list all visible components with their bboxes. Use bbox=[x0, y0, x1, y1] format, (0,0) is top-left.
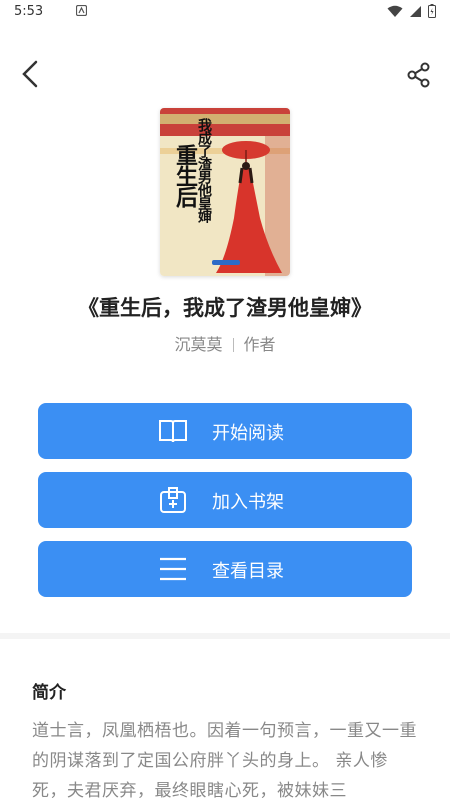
book-title: 《重生后，我成了渣男他皇婶》 bbox=[78, 295, 372, 320]
author-name[interactable]: 沉莫莫 bbox=[174, 335, 222, 354]
share-icon[interactable] bbox=[404, 60, 434, 90]
add-to-shelf-button[interactable]: 加入书架 bbox=[38, 472, 412, 528]
battery-icon bbox=[428, 4, 436, 18]
cover-title-sub: 我成了渣男他皇婶 bbox=[196, 118, 212, 222]
book-cover[interactable]: 重生后 我成了渣男他皇婶 bbox=[160, 108, 290, 276]
topbar bbox=[0, 50, 450, 98]
open-book-icon bbox=[159, 420, 187, 443]
author-line: 沉莫莫 作者 bbox=[0, 331, 450, 355]
start-reading-button[interactable]: 开始阅读 bbox=[38, 403, 412, 459]
author-role: 作者 bbox=[243, 335, 276, 354]
wifi-icon bbox=[387, 5, 403, 17]
status-icons bbox=[387, 4, 436, 18]
view-contents-label: 查看目录 bbox=[212, 561, 284, 582]
signal-icon bbox=[410, 5, 421, 17]
author-separator bbox=[232, 338, 234, 352]
menu-list-icon bbox=[160, 557, 186, 581]
bookshelf-add-icon bbox=[160, 487, 186, 513]
notification-icon bbox=[76, 5, 87, 16]
status-time: 5:53 bbox=[14, 4, 44, 19]
status-bar: 5:53 bbox=[0, 0, 450, 24]
view-contents-button[interactable]: 查看目录 bbox=[38, 541, 412, 597]
section-divider bbox=[0, 633, 450, 639]
start-reading-label: 开始阅读 bbox=[212, 423, 284, 444]
intro-text: 道士言，凤凰栖梧也。因着一句预言，一重又一重的阴谋落到了定国公府胖丫头的身上。 … bbox=[32, 721, 417, 801]
add-to-shelf-label: 加入书架 bbox=[212, 492, 284, 513]
chevron-left-icon[interactable] bbox=[16, 56, 48, 92]
intro-heading: 简介 bbox=[32, 683, 66, 703]
